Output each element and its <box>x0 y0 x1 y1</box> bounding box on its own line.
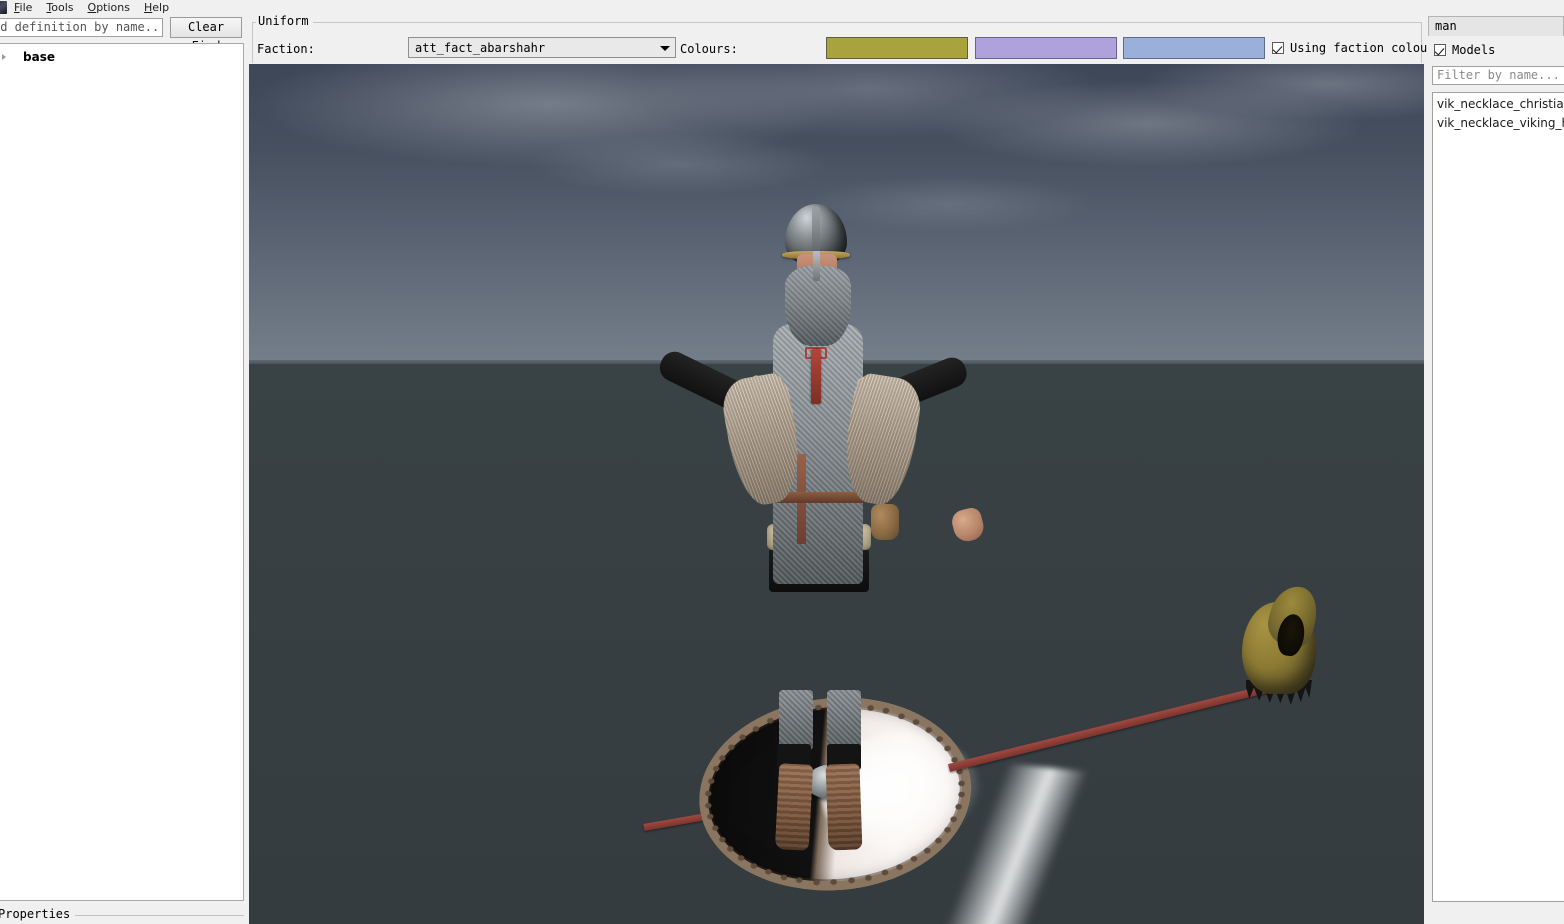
uniform-group-title: Uniform <box>256 14 313 28</box>
leg-mail-left <box>779 690 813 750</box>
necklace-pendant <box>811 349 821 404</box>
viking-warrior-character[interactable] <box>579 204 1079 864</box>
hand-right <box>949 505 987 545</box>
leg-mail-right <box>827 690 861 750</box>
models-checkbox-label: Models <box>1452 43 1496 57</box>
checkbox-box-icon[interactable] <box>1272 42 1284 54</box>
menu-tools[interactable]: Tools <box>39 0 80 15</box>
using-faction-colour-label: Using faction colour <box>1290 41 1435 55</box>
colour-swatch-secondary[interactable] <box>975 37 1117 59</box>
menu-help[interactable]: Help <box>137 0 176 15</box>
shield-stud <box>865 874 872 881</box>
faction-select-value: att_fact_abarshahr <box>415 40 546 55</box>
3d-viewport[interactable] <box>249 64 1424 924</box>
list-item[interactable]: vik_necklace_christian_ <box>1433 95 1564 114</box>
chevron-down-icon[interactable] <box>655 38 675 57</box>
definition-tree[interactable]: base <box>0 43 244 901</box>
shield-stud <box>848 877 855 884</box>
shield-stud <box>813 879 820 885</box>
right-panel: man Models Filter by name... vik_necklac… <box>1428 0 1564 924</box>
menu-file[interactable]: File <box>7 0 39 15</box>
belt-pouch <box>871 504 899 540</box>
tree-item-label: base <box>23 50 55 64</box>
chevron-right-icon[interactable] <box>1 51 13 63</box>
find-definition-input[interactable]: nd definition by name... <box>0 18 163 37</box>
tab-man[interactable]: man <box>1428 16 1564 36</box>
shield-stud <box>780 874 787 880</box>
colours-label: Colours: <box>680 42 738 56</box>
list-item[interactable]: vik_necklace_viking_ha <box>1433 114 1564 133</box>
leather-hood-item[interactable] <box>1234 581 1326 705</box>
models-checkbox[interactable]: Models <box>1434 43 1495 57</box>
menu-bar: File Tools Options Help <box>0 0 248 15</box>
filter-by-name-input[interactable]: Filter by name... <box>1432 66 1564 85</box>
boot-right <box>825 763 863 851</box>
properties-title: Properties <box>0 907 76 921</box>
helmet-nasal-guard <box>813 251 820 281</box>
colour-swatch-primary[interactable] <box>826 37 968 59</box>
shield-stud <box>896 863 904 870</box>
boot-left <box>774 763 814 851</box>
faction-label: Faction: <box>257 42 315 56</box>
shield-stud <box>796 877 804 884</box>
left-panel: File Tools Options Help nd definition by na… <box>0 0 248 924</box>
clear-find-button[interactable]: Clear Find <box>170 17 242 53</box>
app-icon <box>0 1 7 14</box>
properties-group: Properties <box>0 907 244 924</box>
shield-stud <box>765 869 772 875</box>
find-row: nd definition by name... Clear Find <box>0 17 248 53</box>
checkbox-box-icon[interactable] <box>1434 44 1446 56</box>
colour-swatch-tertiary[interactable] <box>1123 37 1265 59</box>
models-list[interactable]: vik_necklace_christian_ vik_necklace_vik… <box>1432 92 1564 902</box>
faction-select[interactable]: att_fact_abarshahr <box>408 37 676 58</box>
shield-stud <box>830 879 838 885</box>
uniform-group: Uniform Faction: att_fact_abarshahr Colo… <box>250 13 1435 63</box>
using-faction-colour-checkbox[interactable]: Using faction colour <box>1272 41 1435 55</box>
shield-stud <box>881 870 888 876</box>
tree-item-base[interactable]: base <box>0 48 243 66</box>
application-window: File Tools Options Help nd definition by na… <box>0 0 1564 924</box>
menu-options[interactable]: Options <box>81 0 137 15</box>
